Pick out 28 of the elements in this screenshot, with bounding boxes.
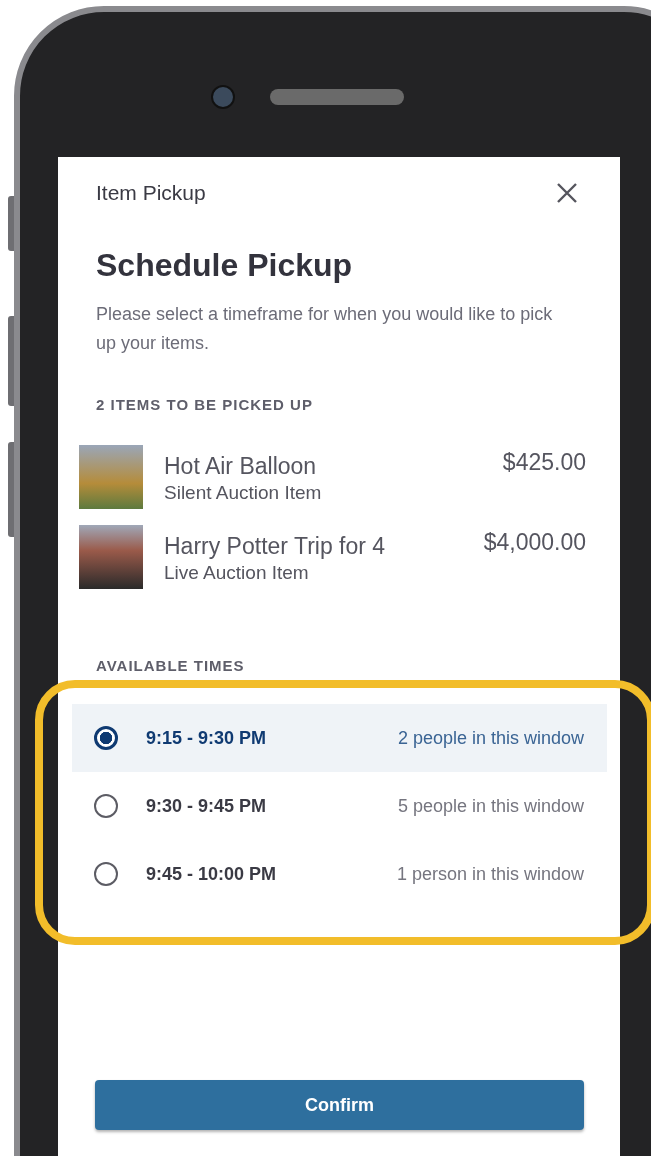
time-option[interactable]: 9:15 - 9:30 PM 2 people in this window bbox=[72, 704, 607, 772]
photo-placeholder bbox=[79, 445, 143, 509]
item-name: Hot Air Balloon bbox=[164, 453, 318, 480]
item-type: Live Auction Item bbox=[164, 562, 310, 584]
dialog-title: Item Pickup bbox=[96, 181, 206, 205]
time-range: 9:45 - 10:00 PM bbox=[146, 863, 278, 885]
section-label: AVAILABLE TIMES bbox=[96, 657, 246, 674]
confirm-button[interactable]: Confirm bbox=[95, 1080, 584, 1130]
item-name: Harry Potter Trip for 4 bbox=[164, 533, 387, 560]
section-label: 2 ITEMS TO BE PICKED UP bbox=[96, 396, 314, 413]
item-price: $4,000.00 bbox=[483, 528, 586, 556]
time-range: 9:30 - 9:45 PM bbox=[146, 795, 268, 817]
people-count: 5 people in this window bbox=[397, 795, 584, 817]
radio-button[interactable] bbox=[94, 726, 118, 750]
people-count: 2 people in this window bbox=[397, 727, 584, 749]
dialog-heading: Schedule Pickup bbox=[96, 247, 354, 284]
item-price: $425.00 bbox=[502, 448, 586, 476]
camera-icon bbox=[211, 85, 235, 109]
photo-placeholder bbox=[79, 525, 143, 589]
radio-button[interactable] bbox=[94, 794, 118, 818]
people-count: 1 person in this window bbox=[396, 863, 584, 885]
time-option[interactable]: 9:45 - 10:00 PM 1 person in this window bbox=[72, 840, 607, 908]
radio-button[interactable] bbox=[94, 862, 118, 886]
close-icon[interactable] bbox=[556, 182, 578, 204]
item-type: Silent Auction Item bbox=[164, 482, 323, 504]
time-range: 9:15 - 9:30 PM bbox=[146, 727, 268, 749]
time-option[interactable]: 9:30 - 9:45 PM 5 people in this window bbox=[72, 772, 607, 840]
description-text: Please select a timeframe for when you would like to pick up your items. bbox=[96, 303, 554, 355]
